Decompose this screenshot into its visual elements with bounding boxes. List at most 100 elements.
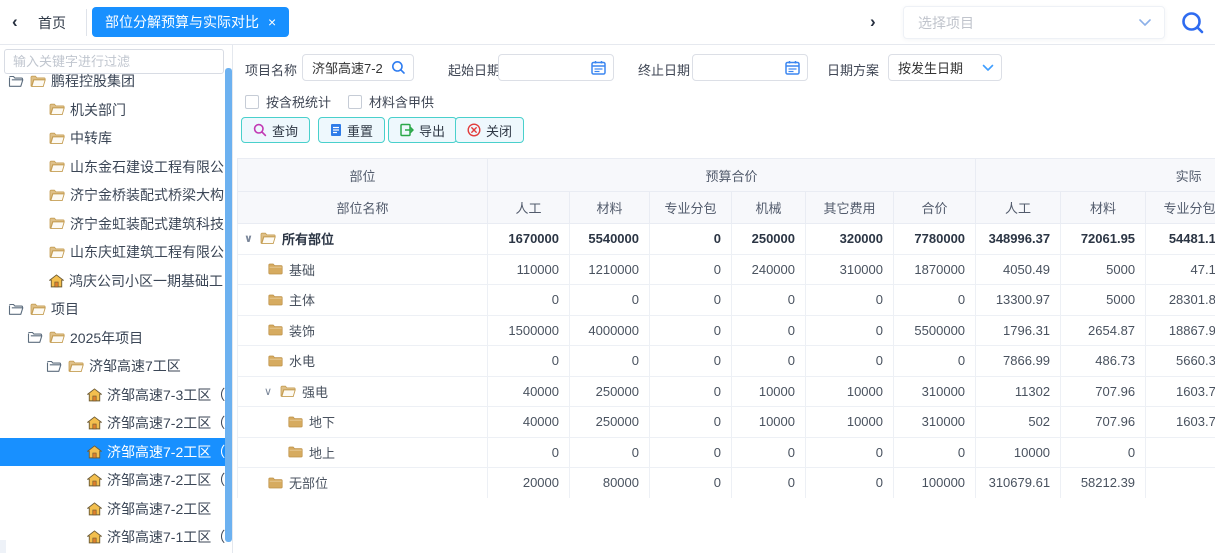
tree-item[interactable]: 济邹高速7-1工区（ xyxy=(0,523,225,552)
project-search-icon[interactable] xyxy=(391,60,406,75)
project-name-label: 项目名称 xyxy=(245,60,297,79)
part-name-cell: 无部位 xyxy=(238,468,488,499)
query-button[interactable]: 查询 xyxy=(241,117,310,143)
part-name-cell: 基础 xyxy=(238,254,488,285)
back-chevron-icon[interactable]: ‹ xyxy=(12,11,18,33)
checkbox-box[interactable] xyxy=(245,95,259,109)
row-expander-icon[interactable]: ∨ xyxy=(244,232,260,245)
tree-item[interactable]: 项目 xyxy=(0,295,225,324)
checkbox-tax-included[interactable]: 按含税统计 xyxy=(245,92,331,111)
tree-item[interactable]: 济邹高速7-2工区（ xyxy=(0,409,225,438)
value-cell: 486.73 xyxy=(1061,346,1146,377)
checkbox-material-owner-supplied[interactable]: 材料含甲供 xyxy=(348,92,434,111)
close-tab-icon[interactable]: × xyxy=(268,15,276,29)
table-row[interactable]: ∨强电400002500000100001000031000011302707.… xyxy=(238,376,1215,407)
value-cell: 1870000 xyxy=(894,254,976,285)
value-cell: 100000 xyxy=(894,468,976,499)
end-date-input[interactable] xyxy=(692,54,808,81)
table-row[interactable]: 地上0000001000000 xyxy=(238,437,1215,468)
table-row[interactable]: 无部位2000080000000100000310679.6158212.390 xyxy=(238,468,1215,499)
value-cell: 320000 xyxy=(806,224,894,255)
table-column-header: 材料 xyxy=(1061,192,1146,224)
part-name-label: 所有部位 xyxy=(282,229,334,248)
house-icon xyxy=(87,388,102,402)
value-cell: 0 xyxy=(650,315,732,346)
value-cell: 0 xyxy=(1061,437,1146,468)
document-icon xyxy=(330,123,342,137)
sidebar-scrollbar[interactable] xyxy=(225,68,232,542)
table-row[interactable]: 水电0000007866.99486.735660.38 xyxy=(238,346,1215,377)
value-cell: 5540000 xyxy=(570,224,650,255)
table-row[interactable]: 装饰1500000400000000055000001796.312654.87… xyxy=(238,315,1215,346)
project-select[interactable]: 选择项目 xyxy=(903,6,1165,39)
table-row[interactable]: ∨所有部位16700005540000025000032000077800003… xyxy=(238,224,1215,255)
tree-item[interactable]: 鹏程控股集团 xyxy=(0,67,225,96)
tree-expander-icon[interactable] xyxy=(46,360,68,373)
tree-item[interactable]: 济邹高速7-2工区（ xyxy=(0,466,225,495)
value-cell: 0 xyxy=(806,285,894,316)
tree-expander-icon[interactable] xyxy=(8,75,30,88)
start-date-input[interactable] xyxy=(498,54,614,81)
tree-expander-icon[interactable] xyxy=(8,303,30,316)
reset-button[interactable]: 重置 xyxy=(318,117,385,143)
tree-item[interactable]: 济宁金虹装配式建筑科技 xyxy=(0,210,225,239)
folder-open-icon xyxy=(49,160,65,173)
tab-home[interactable]: 首页 xyxy=(38,13,66,33)
tree-item[interactable]: 2025年项目 xyxy=(0,324,225,353)
table-row[interactable]: 主体00000013300.97500028301.89 xyxy=(238,285,1215,316)
forward-chevron-icon[interactable]: › xyxy=(870,11,876,33)
tab-active[interactable]: 部位分解预算与实际对比 × xyxy=(92,7,289,37)
house-icon xyxy=(87,473,102,487)
value-cell: 110000 xyxy=(488,254,570,285)
tree-expander-icon[interactable] xyxy=(27,331,49,344)
value-cell: 5000 xyxy=(1061,254,1146,285)
row-expander-icon[interactable]: ∨ xyxy=(264,385,280,398)
date-scheme-label: 日期方案 xyxy=(827,60,879,79)
table-row[interactable]: 地下4000025000001000010000310000502707.961… xyxy=(238,407,1215,438)
value-cell: 310000 xyxy=(894,407,976,438)
tree-item[interactable]: 山东庆虹建筑工程有限公 xyxy=(0,238,225,267)
tree-item[interactable]: 济邹高速7-3工区（ xyxy=(0,381,225,410)
project-name-input[interactable]: 济邹高速7-2 xyxy=(302,54,414,81)
tree-item-label: 鸿庆公司小区一期基础工 xyxy=(69,271,223,291)
tree-item[interactable]: 济邹高速7-2工区 xyxy=(0,495,225,524)
table-group-header: 实际 xyxy=(976,159,1215,192)
value-cell: 0 xyxy=(806,468,894,499)
close-button[interactable]: 关闭 xyxy=(455,117,524,143)
house-icon xyxy=(87,530,102,544)
value-cell: 0 xyxy=(650,346,732,377)
tree-item-label: 济宁金桥装配式桥梁大构 xyxy=(70,185,224,205)
tree-item[interactable]: 中转库 xyxy=(0,124,225,153)
part-name-cell: 地上 xyxy=(238,437,488,468)
tree-item[interactable]: 济宁金桥装配式桥梁大构 xyxy=(0,181,225,210)
value-cell: 0 xyxy=(1146,437,1215,468)
value-cell: 11302 xyxy=(976,376,1061,407)
budget-vs-actual-table: 部位预算合价实际部位名称人工材料专业分包机械其它费用合价人工材料专业分包∨所有部… xyxy=(237,158,1215,498)
tree-item-label: 济邹高速7-1工区（ xyxy=(107,527,225,547)
value-cell: 0 xyxy=(488,285,570,316)
part-name-cell: ∨ 所有部位 xyxy=(238,224,488,255)
export-button[interactable]: 导出 xyxy=(388,117,457,143)
tree-item[interactable]: 山东金石建设工程有限公 xyxy=(0,153,225,182)
search-icon[interactable] xyxy=(1180,10,1206,36)
calendar-icon[interactable] xyxy=(785,60,800,75)
value-cell: 0 xyxy=(650,224,732,255)
tree-item[interactable]: 鸿庆公司小区一期基础工 xyxy=(0,267,225,296)
value-cell: 20000 xyxy=(488,468,570,499)
folder-open-icon xyxy=(260,232,276,245)
calendar-icon[interactable] xyxy=(591,60,606,75)
value-cell: 47.17 xyxy=(1146,254,1215,285)
value-cell: 4050.49 xyxy=(976,254,1061,285)
table-row[interactable]: 基础1100001210000024000031000018700004050.… xyxy=(238,254,1215,285)
checkbox-box[interactable] xyxy=(348,95,362,109)
date-scheme-select[interactable]: 按发生日期 xyxy=(888,54,1002,81)
folder-icon xyxy=(268,355,283,367)
search-icon xyxy=(253,123,267,137)
checkbox-label: 材料含甲供 xyxy=(369,92,434,111)
project-select-placeholder: 选择项目 xyxy=(918,13,1138,33)
value-cell: 5500000 xyxy=(894,315,976,346)
tree-item[interactable]: 济邹高速7工区 xyxy=(0,352,225,381)
tree-item[interactable]: 济邹高速7-2工区（ xyxy=(0,438,225,467)
tree-item[interactable]: 机关部门 xyxy=(0,96,225,125)
value-cell: 0 xyxy=(1146,468,1215,499)
